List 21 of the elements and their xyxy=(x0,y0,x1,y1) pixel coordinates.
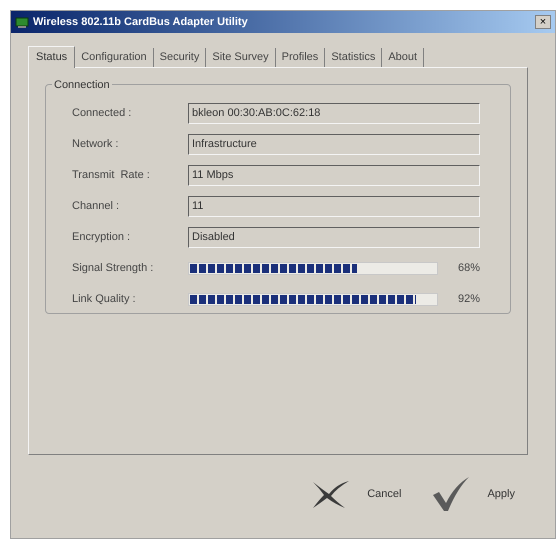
percent-reading: 68% xyxy=(456,261,480,276)
percent-reading: 92% xyxy=(456,292,480,308)
window-title: Wireless 802.11b CardBus Adapter Utility xyxy=(33,14,248,30)
checkmark-icon xyxy=(431,475,472,513)
readonly-field[interactable]: 11 xyxy=(188,196,480,217)
readonly-field[interactable]: Infrastructure xyxy=(188,134,480,155)
tab[interactable]: Status xyxy=(28,46,76,68)
network-card-icon xyxy=(15,16,29,28)
field-label: Network : xyxy=(72,137,120,152)
field-label: Transmit Rate : xyxy=(72,168,151,184)
apply-button[interactable]: Apply xyxy=(431,475,515,513)
field-label: Encryption : xyxy=(72,230,132,246)
field-label: Channel : xyxy=(72,199,120,214)
field-label: Signal Strength : xyxy=(72,261,154,276)
readonly-field[interactable]: bkleon 00:30:AB:0C:62:18 xyxy=(188,103,480,124)
readonly-field[interactable]: 11 Mbps xyxy=(188,165,480,186)
field-label: Link Quality : xyxy=(72,292,137,308)
field-label: Connected : xyxy=(72,106,132,122)
cancel-button[interactable]: Cancel xyxy=(309,475,402,513)
close-button[interactable]: × xyxy=(535,15,551,29)
readonly-field[interactable]: Disabled xyxy=(188,227,480,248)
